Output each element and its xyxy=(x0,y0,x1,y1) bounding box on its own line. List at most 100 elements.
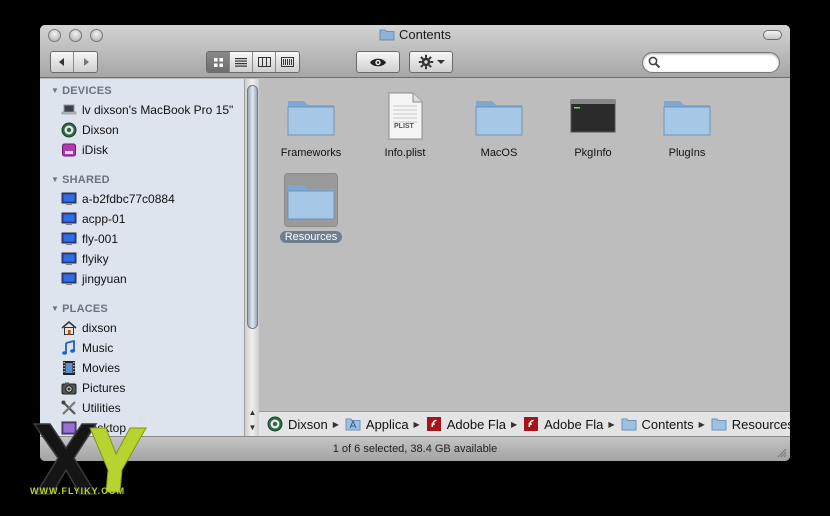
home-icon xyxy=(61,320,77,336)
path-separator-icon: ▶ xyxy=(608,419,615,429)
disclosure-triangle-icon: ▼ xyxy=(51,86,60,95)
sidebar-item-utilities[interactable]: Utilities xyxy=(61,399,121,417)
column-view-button[interactable] xyxy=(253,52,276,72)
sidebar-item-shared-2[interactable]: acpp-01 xyxy=(61,210,125,228)
network-computer-icon xyxy=(61,191,77,207)
sidebar-item-shared-1[interactable]: a-b2fdbc77c0884 xyxy=(61,190,175,208)
sidebar-item-idisk[interactable]: iDisk xyxy=(61,141,108,159)
toolbar-toggle-button[interactable] xyxy=(763,30,782,40)
path-separator-icon: ▶ xyxy=(510,419,518,429)
path-crumb-adobe-flash-2[interactable]: Adobe Fla xyxy=(523,416,603,432)
path-crumb-contents[interactable]: Contents xyxy=(621,416,694,432)
sidebar-header-devices[interactable]: ▼ DEVICES xyxy=(51,85,112,97)
path-crumb-applications[interactable]: Applica xyxy=(345,416,409,432)
sidebar-item-music[interactable]: Music xyxy=(61,339,113,357)
chevron-down-icon xyxy=(436,60,445,64)
disk-icon xyxy=(61,122,77,138)
sidebar-item-shared-4[interactable]: flyiky xyxy=(61,250,109,268)
scroll-down-button[interactable]: ▼ xyxy=(245,420,259,435)
movies-icon xyxy=(61,360,77,376)
eye-icon xyxy=(370,58,386,66)
view-mode-control xyxy=(206,51,300,73)
sidebar-item-home[interactable]: dixson xyxy=(61,319,117,337)
folder-icon xyxy=(284,173,338,227)
search-input[interactable] xyxy=(665,55,773,70)
applications-icon xyxy=(345,416,361,432)
back-button[interactable] xyxy=(51,52,74,72)
network-computer-icon xyxy=(61,231,77,247)
folder-icon xyxy=(711,416,727,432)
path-bar: Dixson ▶ Applica ▶ Adobe Fla ▶ Adobe Fla… xyxy=(259,411,790,436)
title-toolbar: Contents xyxy=(40,25,790,78)
forward-arrow-icon xyxy=(83,58,89,66)
sidebar: ▼ DEVICES lv dixson's MacBook Pro 15" Dix… xyxy=(40,79,259,436)
file-item-pkginfo[interactable]: PkgInfo xyxy=(548,89,638,159)
laptop-icon xyxy=(61,102,77,118)
file-item-frameworks[interactable]: Frameworks xyxy=(266,89,356,159)
forward-button[interactable] xyxy=(74,52,97,72)
path-separator-icon: ▶ xyxy=(413,419,420,429)
coverflow-view-icon xyxy=(281,57,294,67)
sidebar-item-movies[interactable]: Movies xyxy=(61,359,120,377)
idisk-icon xyxy=(61,142,77,158)
status-text: 1 of 6 selected, 38.4 GB available xyxy=(332,443,498,455)
file-item-plugins[interactable]: PlugIns xyxy=(642,89,732,159)
disclosure-triangle-icon: ▼ xyxy=(51,304,60,313)
back-forward-control xyxy=(50,51,98,73)
network-computer-icon xyxy=(61,251,77,267)
sidebar-header-places[interactable]: ▼ PLACES xyxy=(51,303,108,315)
path-crumb-resources[interactable]: Resources xyxy=(711,416,790,432)
file-item-resources[interactable]: Resources xyxy=(266,173,356,243)
file-item-macos[interactable]: MacOS xyxy=(454,89,544,159)
back-arrow-icon xyxy=(59,58,64,66)
plist-file-icon xyxy=(378,89,432,143)
network-computer-icon xyxy=(61,211,77,227)
folder-icon xyxy=(660,89,714,143)
disclosure-triangle-icon: ▼ xyxy=(51,175,60,184)
watermark-url: WWW.FLYIKY.COM xyxy=(30,486,126,496)
watermark-registered: ® xyxy=(138,416,146,427)
sidebar-item-macbook[interactable]: lv dixson's MacBook Pro 15" xyxy=(61,101,233,119)
terminal-file-icon xyxy=(566,89,620,143)
network-computer-icon xyxy=(61,271,77,287)
flash-icon xyxy=(426,416,442,432)
sidebar-item-shared-5[interactable]: jingyuan xyxy=(61,270,127,288)
folder-icon xyxy=(284,89,338,143)
gear-icon xyxy=(418,54,433,70)
icon-view-button[interactable] xyxy=(207,52,230,72)
scroll-up-button[interactable]: ▲ xyxy=(245,405,259,420)
window-title: Contents xyxy=(40,27,790,44)
music-icon xyxy=(61,339,77,356)
folder-icon xyxy=(472,89,526,143)
path-separator-icon: ▶ xyxy=(332,419,339,429)
plist-badge: PLIST xyxy=(394,123,414,130)
flash-icon xyxy=(523,416,539,432)
scrollbar-thumb[interactable] xyxy=(247,85,258,329)
sidebar-item-shared-3[interactable]: fly-001 xyxy=(61,230,118,248)
list-view-button[interactable] xyxy=(230,52,253,72)
window-title-text: Contents xyxy=(398,27,452,42)
sidebar-header-shared[interactable]: ▼ SHARED xyxy=(51,174,110,186)
coverflow-view-button[interactable] xyxy=(276,52,299,72)
folder-icon xyxy=(379,28,395,44)
folder-icon xyxy=(621,416,637,432)
file-icon-view: Frameworks Info.plist PLIST MacOS PkgInf… xyxy=(259,79,790,411)
search-icon xyxy=(648,56,661,72)
path-separator-icon: ▶ xyxy=(698,419,705,429)
pictures-icon xyxy=(61,380,77,396)
finder-window: Contents ▼ DEVICES lv dixson's MacBook P… xyxy=(40,25,790,461)
disk-icon xyxy=(267,416,283,432)
action-menu-button[interactable] xyxy=(409,51,453,73)
sidebar-scrollbar[interactable]: ▲ ▼ xyxy=(244,79,259,436)
sidebar-item-dixson-disk[interactable]: Dixson xyxy=(61,121,119,139)
search-field[interactable] xyxy=(642,52,780,73)
sidebar-item-pictures[interactable]: Pictures xyxy=(61,379,125,397)
path-crumb-dixson[interactable]: Dixson xyxy=(267,416,328,432)
resize-grip-icon[interactable] xyxy=(776,447,787,458)
path-crumb-adobe-flash-1[interactable]: Adobe Fla xyxy=(426,416,506,432)
list-view-icon xyxy=(235,58,247,67)
utilities-icon xyxy=(61,400,77,416)
icon-view-icon xyxy=(213,57,223,67)
column-view-icon xyxy=(257,57,271,67)
quick-look-button[interactable] xyxy=(356,51,400,73)
